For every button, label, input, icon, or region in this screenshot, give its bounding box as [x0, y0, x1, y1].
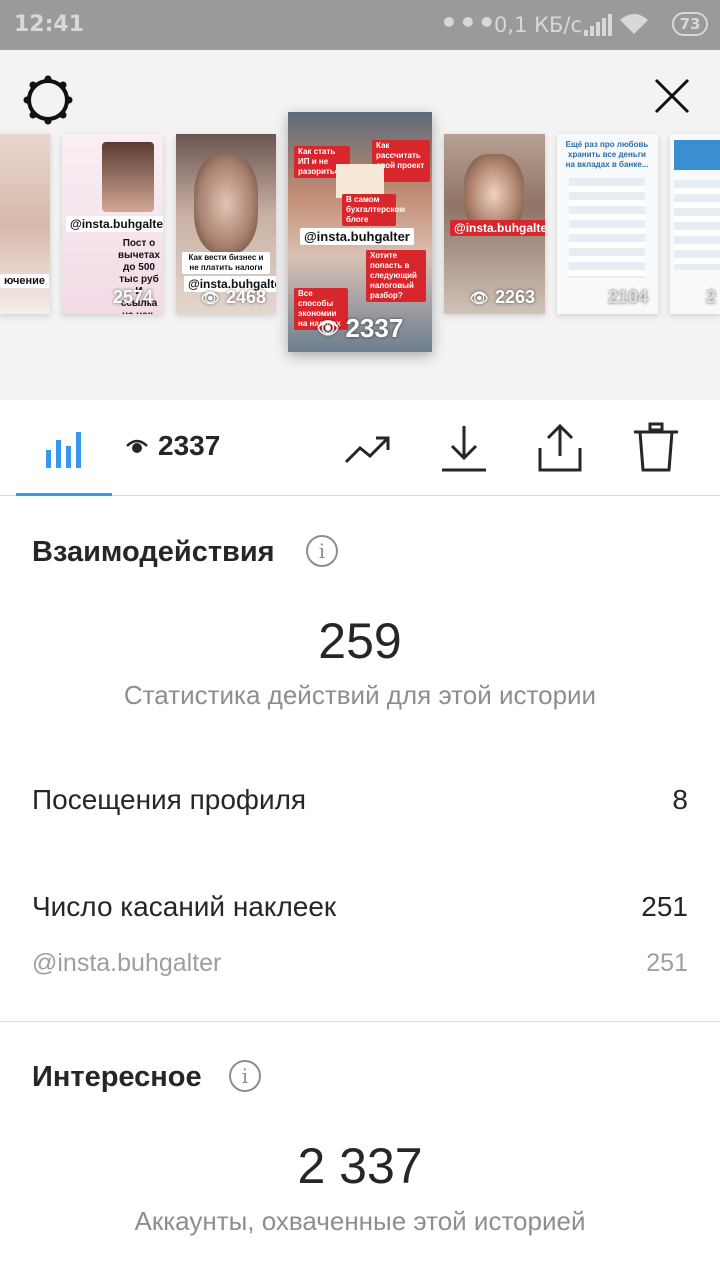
profile-visits-label: Посещения профиля [32, 784, 307, 815]
story-view-count: 👁 2468 [200, 287, 266, 307]
story-text: Хотите попасть в следующий налоговый раз… [366, 250, 426, 302]
discovery-info-icon[interactable]: i [229, 1060, 261, 1092]
story-view-count: 2104 [607, 287, 648, 307]
story-caption: @insta.buhgalter [300, 228, 414, 245]
sticker-mention-label[interactable]: @insta.buhgalter [32, 949, 221, 978]
trash-icon[interactable] [630, 422, 682, 474]
story-view-count: 2574 [112, 287, 153, 307]
story-carousel-area: ючение @insta.buhgalter Пост о вычетах д… [0, 50, 720, 450]
notification-dots-icon: ••• [440, 6, 497, 39]
share-icon[interactable] [534, 422, 586, 474]
sticker-mention-value: 251 [646, 949, 688, 977]
section-divider [0, 1021, 720, 1022]
battery-icon: 73 [672, 12, 708, 36]
signal-icon [584, 14, 612, 36]
download-icon[interactable] [438, 422, 490, 474]
tab-insights[interactable] [16, 400, 112, 496]
trending-icon[interactable] [342, 422, 394, 474]
sticker-taps-label: Число касаний наклеек [32, 891, 337, 922]
discovery-total: 2 337 [297, 1138, 423, 1194]
status-time: 12:41 [14, 12, 85, 37]
bar-chart-icon [46, 432, 81, 468]
story-thumbnail-selected[interactable]: Как стать ИП и не разориться Как рассчит… [288, 112, 432, 352]
story-thumbnail[interactable]: @insta.buhgalter 👁 2263 [444, 134, 545, 314]
network-speed: 0,1 КБ/с [494, 13, 583, 37]
story-thumbnail[interactable]: Ещё раз про любовь хранить все деньги на… [557, 134, 658, 314]
eye-icon [126, 439, 148, 453]
status-bar: 12:41 ••• 0,1 КБ/с 73 [0, 0, 720, 50]
views-counter: 2337 [126, 430, 220, 462]
interactions-title: Взаимодействия [32, 536, 275, 568]
interactions-total: 259 [318, 613, 402, 669]
story-thumbnail[interactable]: ючение [0, 134, 50, 314]
story-caption: @insta.buhgalter [450, 220, 545, 236]
story-caption: Ещё раз про любовь хранить все деньги на… [565, 140, 649, 169]
interactions-caption: Статистика действий для этой истории [123, 680, 597, 710]
sticker-taps-value: 251 [641, 891, 688, 922]
close-icon[interactable] [648, 72, 696, 120]
discovery-caption: Аккаунты, охваченные этой историей [134, 1206, 586, 1236]
story-thumbnail[interactable]: @insta.buhgalter Пост о вычетах до 500 т… [62, 134, 163, 314]
story-caption: ючение [0, 274, 50, 288]
story-view-count: 2 [705, 287, 716, 307]
profile-visits-value: 8 [672, 784, 688, 815]
story-thumbnail[interactable]: 2 [670, 134, 720, 314]
views-count-value: 2337 [158, 430, 221, 461]
story-thumbnail[interactable]: Как вести бизнес и не платить налоги @in… [176, 134, 276, 314]
wifi-icon [620, 14, 648, 34]
interactions-info-icon[interactable]: i [306, 535, 338, 567]
story-text: Как вести бизнес и не платить налоги [182, 252, 270, 274]
settings-gear-icon[interactable] [22, 74, 74, 126]
story-toolbar: 2337 [0, 400, 720, 496]
story-view-count: 👁 2337 [316, 313, 404, 343]
story-text: В самом бухгалтерском блоге [342, 194, 405, 226]
discovery-title: Интересное [32, 1061, 202, 1093]
story-caption: @insta.buhgalter [66, 216, 163, 232]
story-view-count: 👁 2263 [469, 287, 535, 307]
